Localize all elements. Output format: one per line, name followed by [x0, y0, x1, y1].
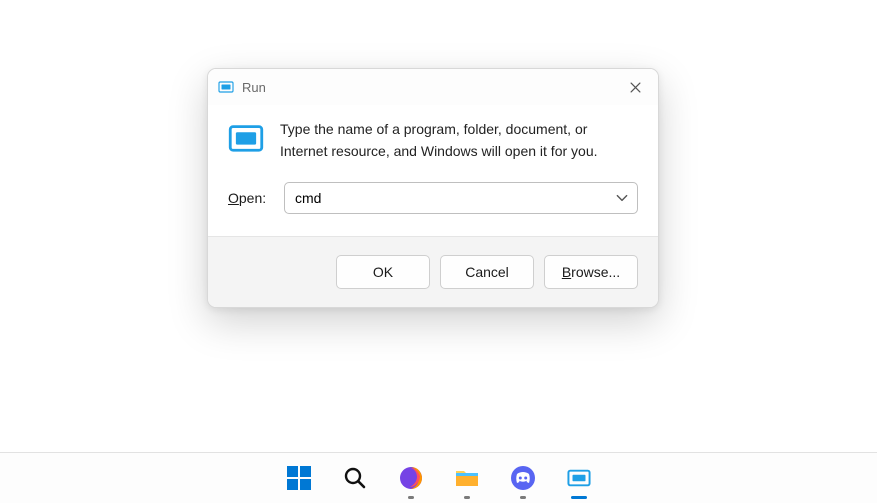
dialog-footer: OK Cancel Browse...: [208, 236, 658, 307]
taskbar-run[interactable]: [558, 457, 600, 499]
taskbar-indicator: [520, 496, 526, 499]
open-input[interactable]: [295, 190, 615, 206]
ok-button[interactable]: OK: [336, 255, 430, 289]
taskbar-indicator: [408, 496, 414, 499]
search-button[interactable]: [334, 457, 376, 499]
discord-icon: [510, 465, 536, 491]
description-text: Type the name of a program, folder, docu…: [280, 119, 638, 162]
cancel-button[interactable]: Cancel: [440, 255, 534, 289]
browse-button[interactable]: Browse...: [544, 255, 638, 289]
run-icon: [218, 79, 234, 95]
titlebar[interactable]: Run: [208, 69, 658, 105]
dialog-body: Type the name of a program, folder, docu…: [208, 105, 658, 236]
chevron-down-icon[interactable]: [615, 191, 629, 205]
firefox-icon: [398, 465, 424, 491]
windows-icon: [286, 465, 312, 491]
taskbar-indicator: [571, 496, 587, 499]
close-button[interactable]: [612, 69, 658, 105]
taskbar-file-explorer[interactable]: [446, 457, 488, 499]
taskbar-firefox[interactable]: [390, 457, 432, 499]
taskbar-discord[interactable]: [502, 457, 544, 499]
folder-icon: [454, 465, 480, 491]
search-icon: [343, 466, 367, 490]
title-text: Run: [242, 80, 612, 95]
run-dialog: Run Type the name of a program, folder, …: [207, 68, 659, 308]
open-combobox[interactable]: [284, 182, 638, 214]
taskbar: [0, 452, 877, 503]
run-icon: [566, 465, 592, 491]
open-label: Open:: [228, 190, 272, 206]
start-button[interactable]: [278, 457, 320, 499]
run-icon-large: [228, 121, 264, 157]
taskbar-indicator: [464, 496, 470, 499]
